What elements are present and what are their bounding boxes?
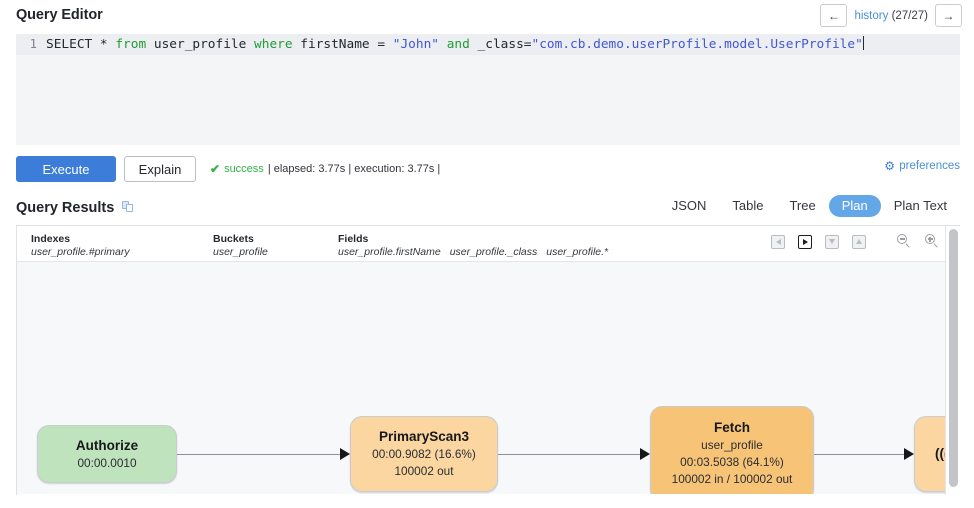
plan-node-title: Fetch <box>714 419 750 437</box>
plan-edge-arrowhead <box>904 448 914 460</box>
magnifier-handle <box>933 243 937 247</box>
plan-edge <box>498 454 642 455</box>
code-token-plain <box>385 37 393 52</box>
field-item: user_profile.firstName <box>338 246 441 258</box>
preferences-link[interactable]: ⚙ preferences <box>884 160 960 172</box>
query-plan-diagram[interactable]: Authorize00:00.0010 PrimaryScan300:00.908… <box>17 262 960 494</box>
plus-bar-vertical <box>929 237 930 242</box>
tab-plan[interactable]: Plan <box>829 195 881 217</box>
zoom-in-icon[interactable] <box>925 234 940 249</box>
magnifier-handle <box>905 243 909 247</box>
plan-node-fetch[interactable]: Fetchuser_profile00:03.5038 (64.1%)10000… <box>650 406 814 494</box>
metadata-fields: Fields user_profile.firstNameuser_profil… <box>338 233 617 259</box>
history-navigation: ← history (27/27) → <box>820 4 962 27</box>
buckets-value: user_profile <box>213 245 338 259</box>
history-link[interactable]: history <box>854 10 888 22</box>
triangle-right-icon <box>803 239 808 245</box>
editor-action-bar: Execute Explain ✔ success | elapsed: 3.7… <box>16 155 960 183</box>
triangle-left-icon <box>776 239 781 245</box>
diagram-toolbar <box>771 234 940 249</box>
results-scrollbar-track[interactable] <box>945 226 960 495</box>
history-next-button[interactable]: → <box>935 4 962 27</box>
indexes-value: user_profile.#primary <box>31 245 213 259</box>
pan-up-button[interactable] <box>852 235 866 249</box>
result-view-tabs: JSON Table Tree Plan Plan Text <box>659 195 960 217</box>
query-editor-textarea[interactable]: 1 SELECT * from user_profile where first… <box>16 34 960 145</box>
plan-node-detail: 00:00.9082 (16.6%) <box>372 446 476 463</box>
plan-node-title: Authorize <box>76 437 138 455</box>
code-token-plain: firstName <box>293 37 378 52</box>
query-results-header: Query Results JSON Table Tree Plan Plan … <box>16 196 960 220</box>
editor-line-1: 1 SELECT * from user_profile where first… <box>16 34 960 55</box>
tab-tree[interactable]: Tree <box>776 195 828 217</box>
query-status: ✔ success | elapsed: 3.77s | execution: … <box>210 162 440 176</box>
pan-right-button[interactable] <box>798 235 812 249</box>
results-scrollbar-thumb[interactable] <box>949 229 958 487</box>
query-results-panel: Indexes user_profile.#primary Buckets us… <box>16 225 960 495</box>
success-check-icon: ✔ <box>210 162 220 176</box>
pan-left-button[interactable] <box>771 235 785 249</box>
preferences-label: preferences <box>899 160 960 172</box>
plan-edge <box>814 454 906 455</box>
tab-plan-text[interactable]: Plan Text <box>881 195 960 217</box>
fields-header: Fields <box>338 233 617 245</box>
code-token-keyword: from <box>115 37 146 52</box>
metadata-buckets: Buckets user_profile <box>213 233 338 259</box>
fields-value: user_profile.firstName user_profile._clas… <box>338 245 617 259</box>
code-token-keyword: and <box>447 37 470 52</box>
code-token-string: "com.cb.demo.userProfile.model.UserProfi… <box>532 37 863 52</box>
field-item: user_profile.* <box>546 246 608 258</box>
buckets-header: Buckets <box>213 233 338 245</box>
text-caret <box>863 36 864 50</box>
query-results-title: Query Results <box>16 200 114 216</box>
code-token-plain: _class <box>470 37 524 52</box>
minus-bar <box>900 238 905 239</box>
plan-node-detail: 00:00.0010 <box>77 455 136 472</box>
status-timings: | elapsed: 3.77s | execution: 3.77s | <box>268 163 440 175</box>
explain-button[interactable]: Explain <box>124 156 196 182</box>
plan-node-detail: 100002 out <box>394 463 453 480</box>
plan-edge-arrowhead <box>640 448 650 460</box>
plan-node-authorize[interactable]: Authorize00:00.0010 <box>37 425 177 483</box>
pan-down-button[interactable] <box>825 235 839 249</box>
triangle-down-icon <box>829 239 835 244</box>
plan-node-detail: user_profile <box>701 437 763 454</box>
line-number: 1 <box>16 34 46 55</box>
plan-edge-arrowhead <box>340 448 350 460</box>
history-previous-button[interactable]: ← <box>820 4 847 27</box>
plan-edge <box>177 454 342 455</box>
query-editor-title: Query Editor <box>16 7 103 23</box>
code-token-keyword: where <box>254 37 293 52</box>
history-label: history (27/27) <box>854 10 928 22</box>
zoom-out-icon[interactable] <box>897 234 912 249</box>
tab-table[interactable]: Table <box>719 195 776 217</box>
plan-metadata-row: Indexes user_profile.#primary Buckets us… <box>17 226 960 262</box>
query-code[interactable]: SELECT * from user_profile where firstNa… <box>46 34 864 55</box>
copy-icon[interactable] <box>122 201 136 215</box>
plan-node-detail: 100002 in / 100002 out <box>672 471 793 488</box>
code-token-string: "John" <box>393 37 439 52</box>
code-token-plain: user_profile <box>146 37 254 52</box>
field-item: user_profile._class <box>450 246 538 258</box>
code-token-operator: = <box>524 37 532 52</box>
gear-icon: ⚙ <box>884 161 895 172</box>
indexes-header: Indexes <box>31 233 213 245</box>
tab-json[interactable]: JSON <box>659 195 720 217</box>
metadata-indexes: Indexes user_profile.#primary <box>31 233 213 259</box>
history-count: (27/27) <box>892 10 928 22</box>
code-token-plain: SELECT * <box>46 37 115 52</box>
triangle-up-icon <box>856 239 862 244</box>
plan-node-title: PrimaryScan3 <box>379 428 469 446</box>
query-editor-header: Query Editor ← history (27/27) → <box>0 0 974 30</box>
execute-button[interactable]: Execute <box>16 156 116 182</box>
plan-node-primaryscan3[interactable]: PrimaryScan300:00.9082 (16.6%)100002 out <box>350 416 498 492</box>
code-token-plain <box>439 37 447 52</box>
status-word: success <box>224 163 264 175</box>
code-token-operator: = <box>377 37 385 52</box>
plan-node-detail: 00:03.5038 (64.1%) <box>680 454 784 471</box>
